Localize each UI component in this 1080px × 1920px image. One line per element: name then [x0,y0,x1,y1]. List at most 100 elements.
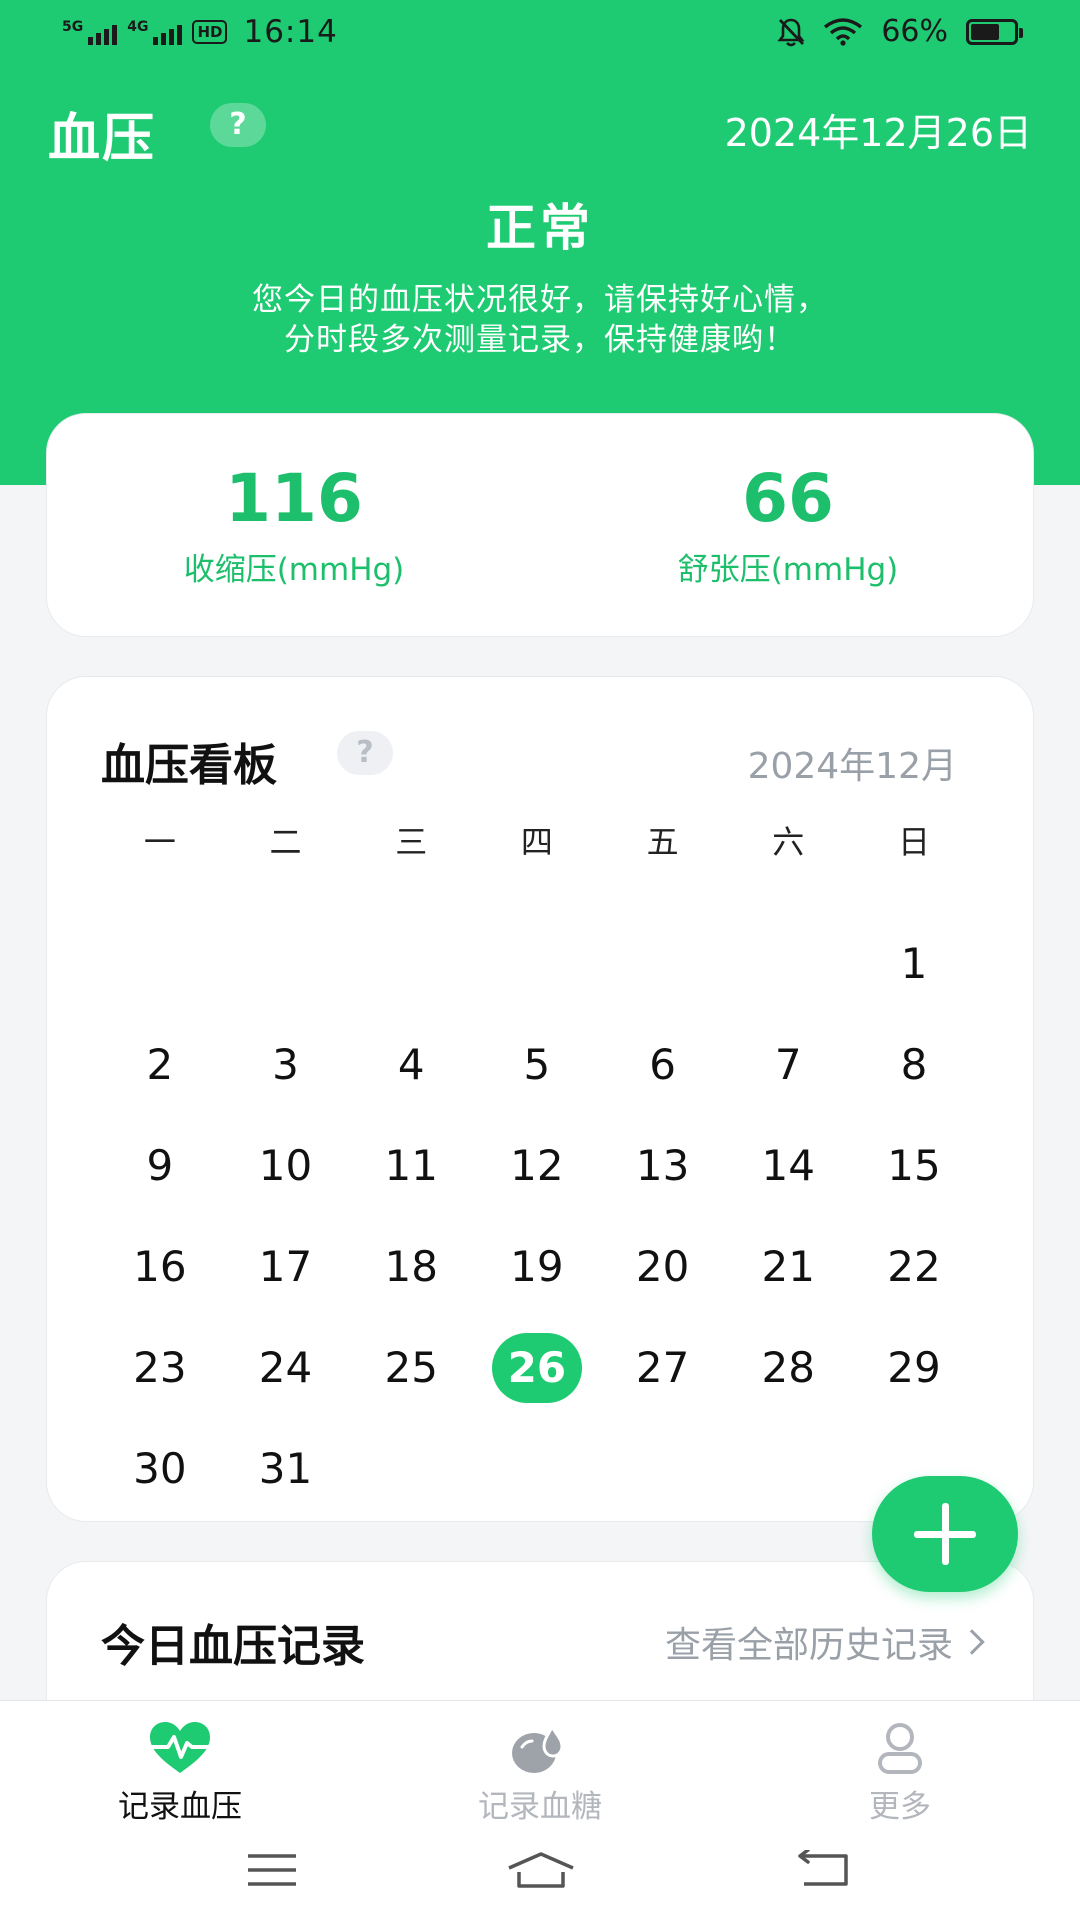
calendar-day[interactable]: 6 [600,1014,726,1115]
user-icon [750,1721,1050,1775]
bp-values-card: 116 收缩压(mmHg) 66 舒张压(mmHg) [46,413,1034,637]
bp-calendar-card: 血压看板 ? 2024年12月 一二三四五六日 1 2 3 4 5 6 7 8 9 10 11 12 1… [46,676,1034,1522]
calendar-day[interactable]: 2 [97,1014,223,1115]
calendar-day-number: 9 [146,1141,174,1190]
status-left: 5G 4G HD 16:14 [62,14,338,50]
calendar-blank-cell [600,913,726,1014]
calendar-day-number: 29 [887,1343,941,1392]
plus-icon-vertical [941,1503,949,1565]
calendar-day[interactable]: 8 [851,1014,977,1115]
calendar-day[interactable]: 4 [348,1014,474,1115]
chevron-right-icon [959,1629,985,1655]
calendar-day[interactable]: 19 [474,1216,600,1317]
heart-pulse-icon [30,1721,330,1775]
calendar-day-number: 7 [774,1040,802,1089]
view-history-link[interactable]: 查看全部历史记录 [665,1616,985,1668]
mute-bell-icon [777,18,805,46]
calendar-day[interactable]: 9 [97,1115,223,1216]
diastolic-label: 舒张压(mmHg) [677,552,899,588]
calendar-day-number: 14 [761,1141,815,1190]
calendar-day-number: 23 [133,1343,187,1392]
back-icon[interactable] [796,1850,852,1890]
calendar-day-number: 20 [635,1242,690,1291]
tab-record-bp-label: 记录血压 [118,1789,242,1825]
calendar-day-number: 25 [384,1343,438,1392]
calendar-day[interactable]: 11 [348,1115,474,1216]
status-description-line2: 分时段多次测量记录，保持健康哟！ [284,322,796,358]
signal-4g-icon: 4G [127,19,183,45]
calendar-month[interactable]: 2024年12月 [748,737,957,789]
calendar-blank-cell [725,913,851,1014]
tab-record-sugar[interactable]: 记录血糖 [390,1721,690,1826]
bottom-tab-bar: 记录血压 记录血糖 更多 [0,1700,1080,1830]
menu-icon[interactable] [244,1850,300,1890]
calendar-day-number: 3 [272,1040,299,1089]
calendar-day-number: 11 [384,1141,438,1190]
header-help-button[interactable]: ? [210,103,266,147]
calendar-day[interactable]: 16 [97,1216,223,1317]
tab-record-bp[interactable]: 记录血压 [30,1721,330,1826]
calendar-day[interactable]: 30 [97,1418,223,1519]
calendar-day[interactable]: 29 [851,1317,977,1418]
calendar-blank-cell [474,913,600,1014]
today-records-title: 今日血压记录 [101,1621,365,1672]
calendar-day[interactable]: 1 [851,913,977,1014]
calendar-day-number: 4 [397,1040,425,1089]
weekday-label: 一 [143,823,176,861]
calendar-day-number: 10 [258,1141,313,1190]
calendar-day[interactable]: 21 [725,1216,851,1317]
status-right: 66% [777,14,1023,49]
calendar-blank-cell [97,913,223,1014]
calendar-day-number: 5 [523,1040,551,1089]
tab-more[interactable]: 更多 [750,1721,1050,1826]
calendar-day[interactable]: 23 [97,1317,223,1418]
calendar-day[interactable]: 20 [600,1216,726,1317]
calendar-day-number: 1 [900,939,928,988]
weekday-label: 三 [395,823,428,861]
weekday-label: 四 [520,823,553,861]
weekday-label: 二 [269,823,302,861]
calendar-day[interactable]: 5 [474,1014,600,1115]
calendar-day-number: 26 [507,1343,567,1392]
systolic-value: 116 [225,460,363,537]
status-time: 16:14 [243,14,338,50]
home-icon[interactable] [505,1850,577,1890]
calendar-day-number: 28 [761,1343,815,1392]
systolic-block: 116 收缩压(mmHg) [47,462,541,589]
calendar-day[interactable]: 3 [223,1014,349,1115]
calendar-day[interactable]: 7 [725,1014,851,1115]
wifi-icon [824,17,863,46]
calendar-day[interactable]: 31 [223,1418,349,1519]
calendar-day[interactable]: 15 [851,1115,977,1216]
calendar-day-number: 22 [887,1242,941,1291]
hd-voice-icon: HD [192,20,228,44]
calendar-day-number: 12 [510,1141,564,1190]
calendar-day-selected[interactable]: 26 [474,1317,600,1418]
add-record-button[interactable] [872,1476,1018,1592]
calendar-day[interactable]: 12 [474,1115,600,1216]
status-word: 正常 [486,199,594,257]
battery-icon [966,18,1023,45]
calendar-day[interactable]: 14 [725,1115,851,1216]
calendar-day-number: 27 [635,1343,690,1392]
calendar-day[interactable]: 25 [348,1317,474,1418]
calendar-day[interactable]: 13 [600,1115,726,1216]
calendar-day[interactable]: 24 [223,1317,349,1418]
calendar-blank-cell [223,913,349,1014]
calendar-day-number: 15 [887,1141,941,1190]
calendar-day-number: 16 [133,1242,187,1291]
header-date: 2024年12月26日 [724,111,1032,155]
calendar-day[interactable]: 27 [600,1317,726,1418]
calendar-days-grid: 1 2 3 4 5 6 7 8 9 10 11 12 13 14 15 16 17 18 19 20 21 22 23 24 2… [97,913,977,1519]
calendar-day[interactable]: 17 [223,1216,349,1317]
calendar-help-button[interactable]: ? [337,731,393,775]
weekday-label: 五 [646,823,679,861]
status-bar: 5G 4G HD 16:14 66% [0,0,1080,66]
calendar-day[interactable]: 10 [223,1115,349,1216]
diastolic-block: 66 舒张压(mmHg) [541,462,1035,589]
battery-percent: 66% [881,14,948,49]
calendar-day[interactable]: 18 [348,1216,474,1317]
calendar-day[interactable]: 22 [851,1216,977,1317]
calendar-day[interactable]: 28 [725,1317,851,1418]
page-title: 血压 [48,109,157,169]
